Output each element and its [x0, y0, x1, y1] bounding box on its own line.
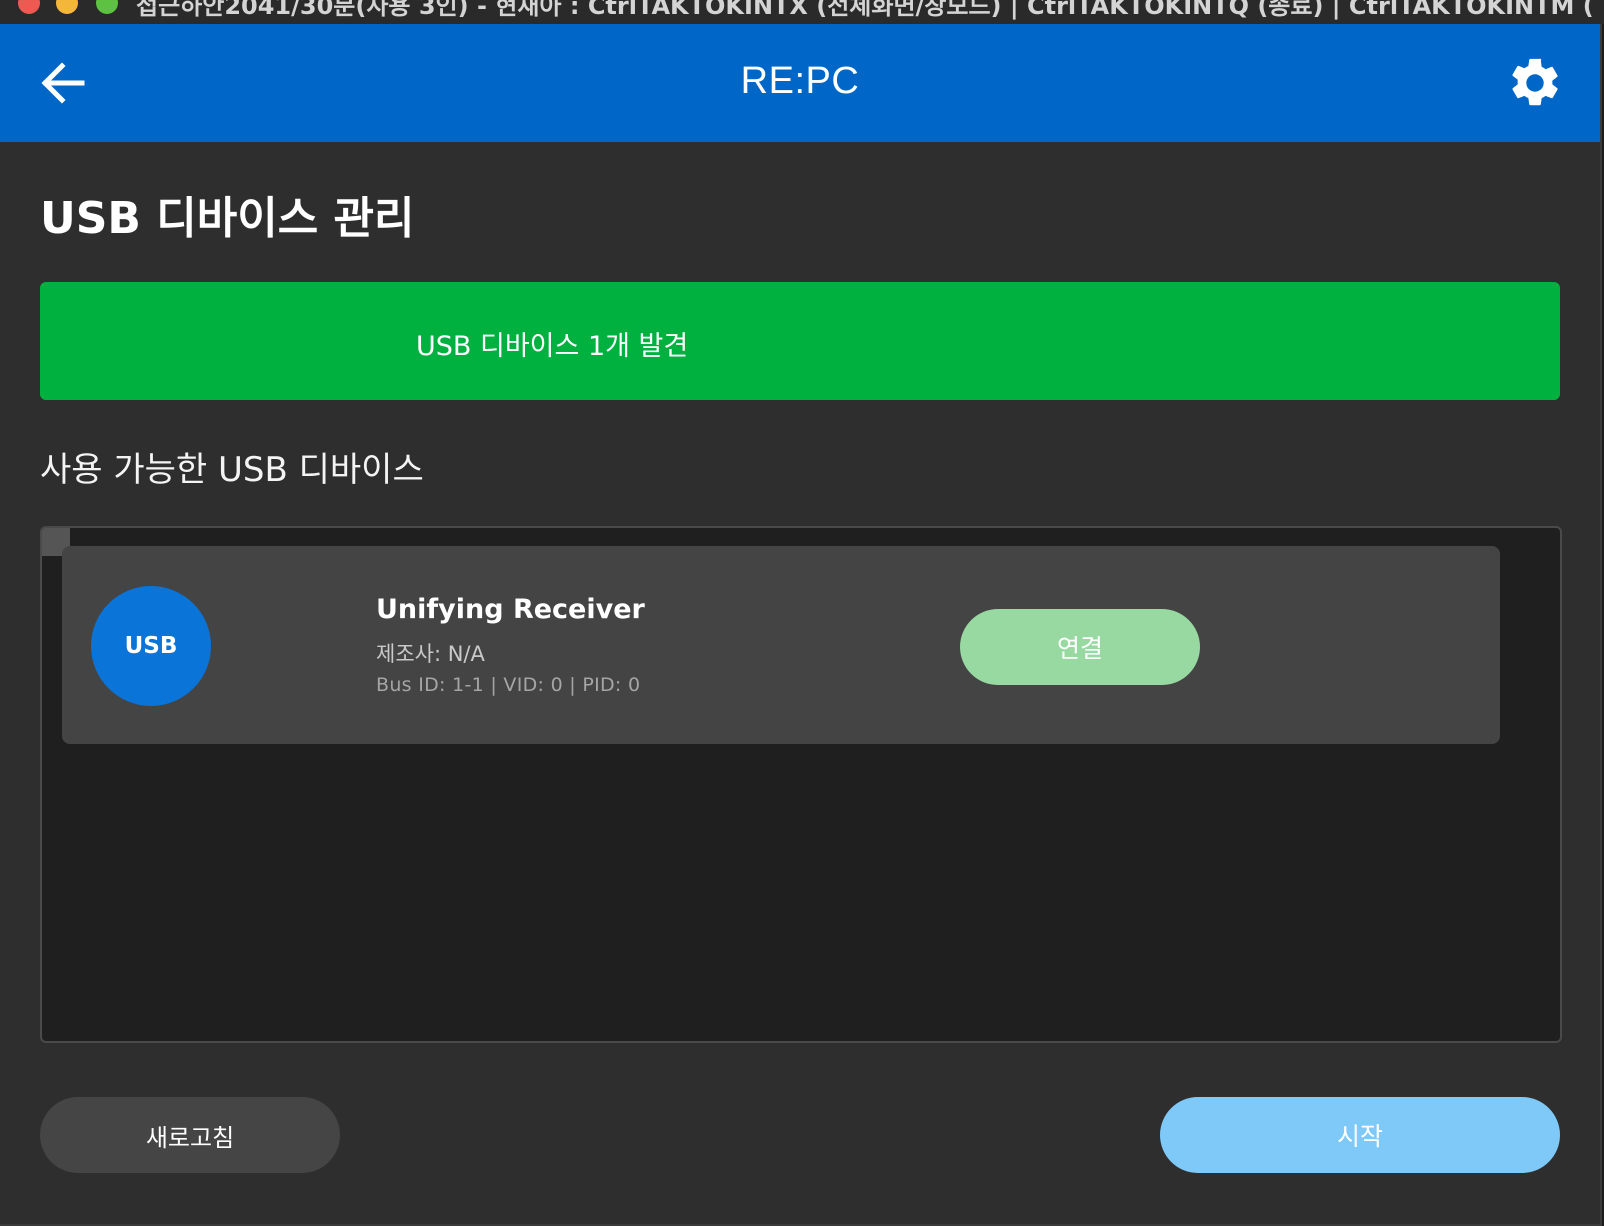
section-title: 사용 가능한 USB 디바이스 — [40, 450, 424, 490]
app-bar: RE:PC — [0, 24, 1600, 142]
usb-icon: USB — [91, 586, 211, 706]
app-title: RE:PC — [740, 60, 860, 102]
page-title: USB 디바이스 관리 — [40, 193, 415, 244]
device-card: USB Unifying Receiver 제조사: N/A Bus ID: 1… — [62, 546, 1500, 744]
minimize-window-button[interactable] — [56, 0, 78, 14]
maximize-window-button[interactable] — [96, 0, 118, 14]
os-title-bar: 접근하안2041/30분(사용 3인) - 현재아 : CtrlTAKTOKIN… — [0, 0, 1604, 24]
close-window-button[interactable] — [18, 0, 40, 14]
device-ids: Bus ID: 1-1 | VID: 0 | PID: 0 — [376, 674, 641, 696]
device-name: Unifying Receiver — [376, 594, 645, 625]
app-window: RE:PC USB 디바이스 관리 USB 디바이스 1개 발견 사용 가능한 … — [0, 24, 1602, 1226]
device-list-panel[interactable]: USB Unifying Receiver 제조사: N/A Bus ID: 1… — [40, 526, 1562, 1043]
device-manufacturer: 제조사: N/A — [376, 642, 485, 666]
connect-button[interactable]: 연결 — [960, 609, 1200, 685]
gear-icon — [1512, 58, 1558, 106]
settings-button[interactable] — [1506, 54, 1564, 112]
refresh-button[interactable]: 새로고침 — [40, 1097, 340, 1173]
status-message: USB 디바이스 1개 발견 — [416, 331, 689, 362]
start-button[interactable]: 시작 — [1160, 1097, 1560, 1173]
window-title: 접근하안2041/30분(사용 3인) - 현재아 : CtrlTAKTOKIN… — [136, 0, 1594, 20]
status-banner: USB 디바이스 1개 발견 — [40, 282, 1560, 400]
